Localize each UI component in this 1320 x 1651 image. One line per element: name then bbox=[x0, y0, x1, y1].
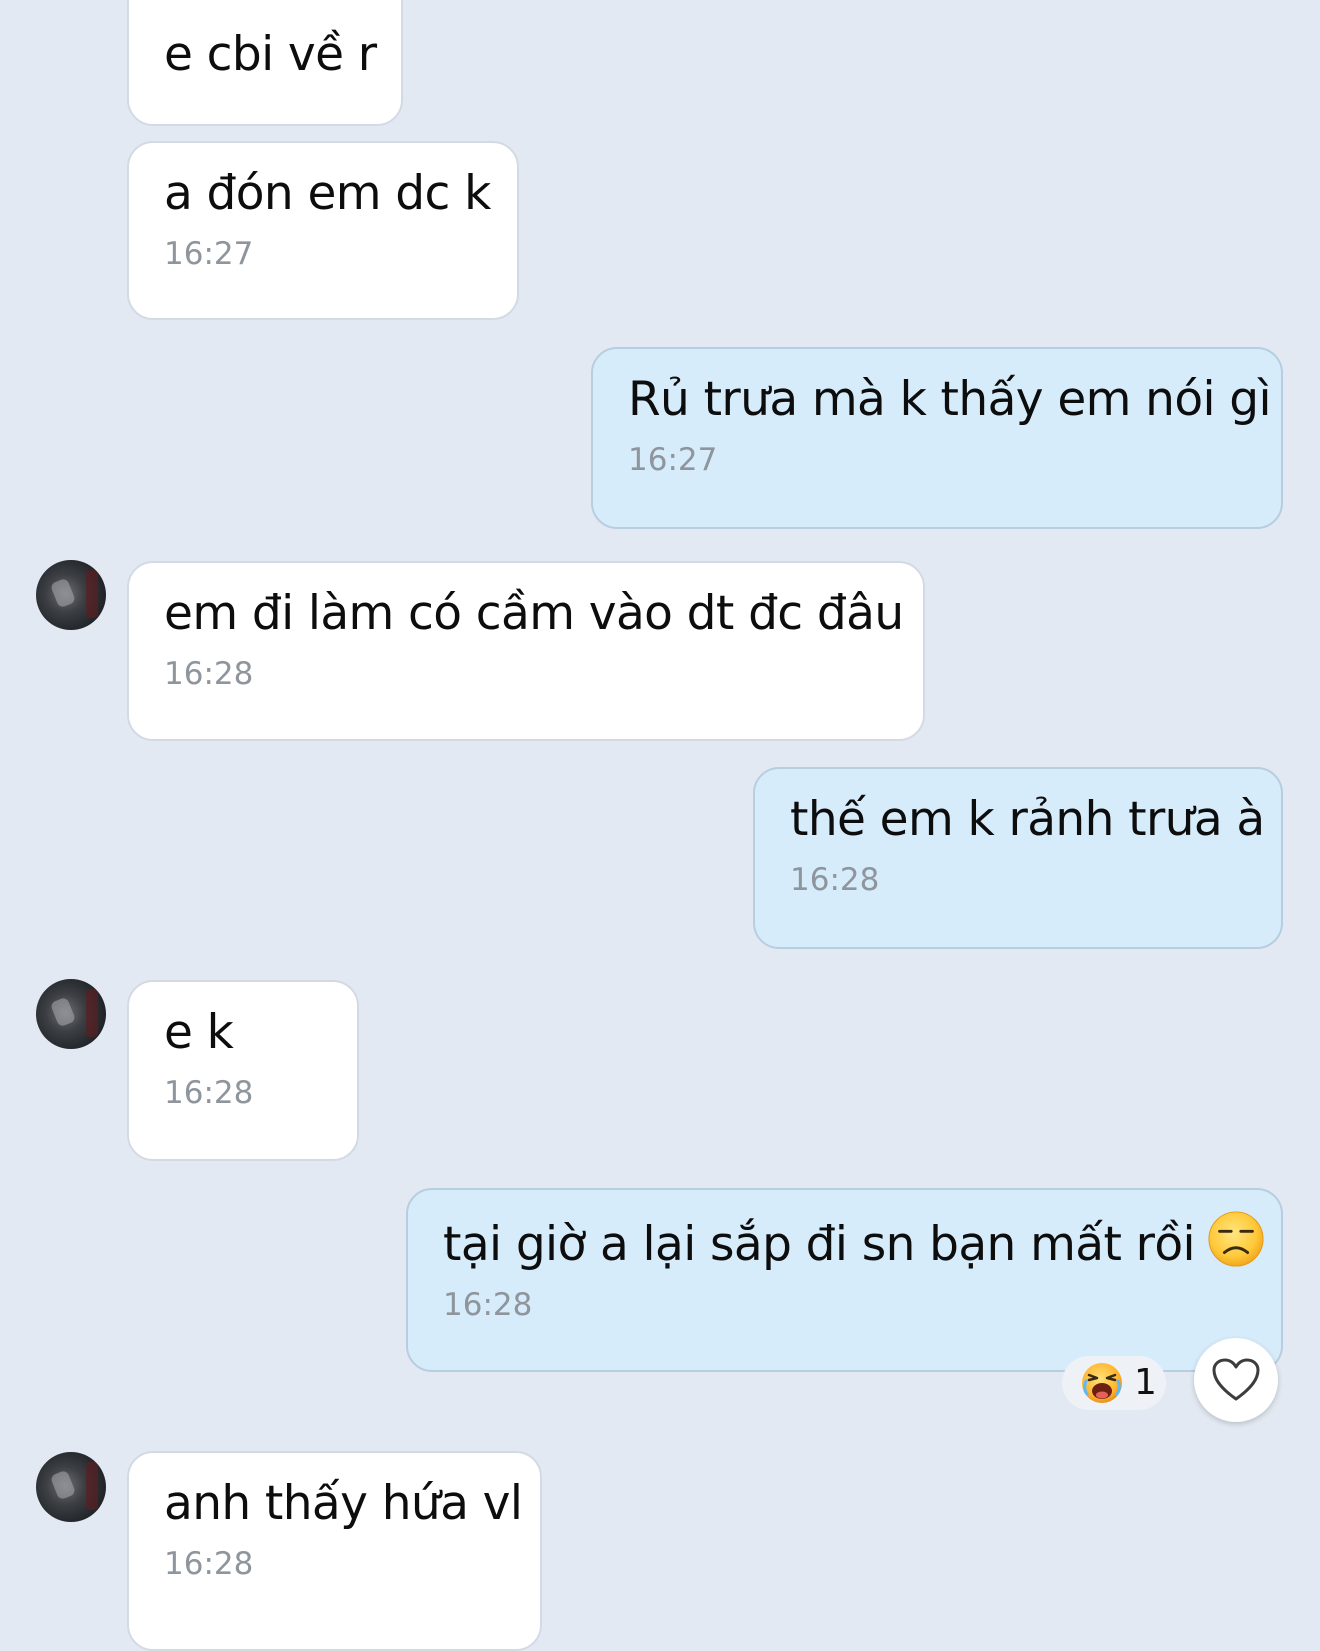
reaction-badge[interactable]: 1 bbox=[1062, 1356, 1166, 1410]
message-text: a đón em dc k bbox=[164, 166, 491, 221]
message-text: e cbi về r bbox=[164, 27, 377, 82]
message-text: em đi làm có cầm vào dt đc đâu bbox=[164, 586, 904, 641]
contact-avatar[interactable] bbox=[36, 1452, 106, 1522]
message-text: anh thấy hứa vl bbox=[164, 1476, 523, 1531]
message-bubble-incoming[interactable]: anh thấy hứa vl 16:28 bbox=[127, 1451, 542, 1651]
laughing-emoji-icon bbox=[1082, 1363, 1122, 1403]
reaction-count: 1 bbox=[1134, 1362, 1157, 1403]
message-bubble-incoming[interactable]: a đón em dc k 16:27 bbox=[127, 141, 519, 320]
message-text-content: tại giờ a lại sắp đi sn bạn mất rồi bbox=[443, 1217, 1196, 1272]
contact-avatar[interactable] bbox=[36, 979, 106, 1049]
message-text: thế em k rảnh trưa à bbox=[790, 792, 1265, 847]
heart-outline-icon bbox=[1212, 1358, 1260, 1401]
frowning-emoji-icon bbox=[1208, 1211, 1264, 1267]
message-timestamp: 16:27 bbox=[164, 236, 254, 272]
message-bubble-outgoing[interactable]: tại giờ a lại sắp đi sn bạn mất rồi 16:2… bbox=[406, 1188, 1283, 1372]
message-bubble-outgoing[interactable]: Rủ trưa mà k thấy em nói gì 16:27 bbox=[591, 347, 1283, 529]
like-button[interactable] bbox=[1194, 1338, 1278, 1422]
message-timestamp: 16:28 bbox=[164, 1075, 254, 1111]
message-text: Rủ trưa mà k thấy em nói gì bbox=[628, 372, 1272, 427]
message-timestamp: 16:28 bbox=[443, 1287, 533, 1323]
message-bubble-incoming[interactable]: e cbi về r bbox=[127, 0, 403, 126]
message-timestamp: 16:28 bbox=[790, 862, 880, 898]
message-bubble-incoming[interactable]: em đi làm có cầm vào dt đc đâu 16:28 bbox=[127, 561, 925, 741]
message-bubble-outgoing[interactable]: thế em k rảnh trưa à 16:28 bbox=[753, 767, 1283, 949]
message-timestamp: 16:27 bbox=[628, 442, 718, 478]
contact-avatar[interactable] bbox=[36, 560, 106, 630]
message-text: tại giờ a lại sắp đi sn bạn mất rồi bbox=[443, 1210, 1264, 1276]
message-timestamp: 16:28 bbox=[164, 656, 254, 692]
message-text: e k bbox=[164, 1005, 234, 1060]
message-bubble-incoming[interactable]: e k 16:28 bbox=[127, 980, 359, 1161]
message-timestamp: 16:28 bbox=[164, 1546, 254, 1582]
